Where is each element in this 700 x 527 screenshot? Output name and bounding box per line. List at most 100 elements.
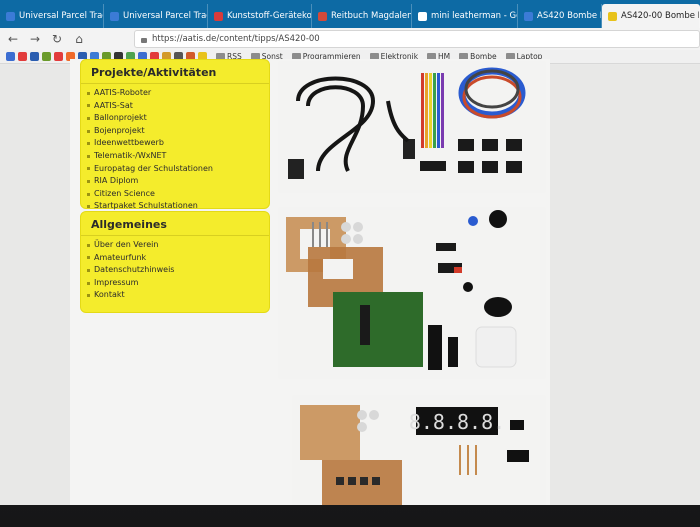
product-photo-kit <box>278 207 546 379</box>
sidebar-link-label: Telematik-/WxNET <box>94 150 167 160</box>
sidebar-link[interactable]: Ideenwettbewerb <box>87 137 269 150</box>
general-heading: Allgemeines <box>81 212 269 236</box>
bullet-icon <box>87 268 90 272</box>
back-arrow-icon[interactable]: ← <box>6 32 20 46</box>
home-icon[interactable]: ⌂ <box>72 32 86 46</box>
bullet-icon <box>87 116 90 120</box>
bullet-icon <box>87 104 90 108</box>
display-kit-image: 8.8.8.8. <box>300 405 529 505</box>
tab-favicon-icon <box>608 11 617 21</box>
sidebar-link[interactable]: Impressum <box>87 277 269 290</box>
bullet-icon <box>87 91 90 95</box>
ic-socket <box>428 325 442 370</box>
browser-window: Universal Parcel Tracking - Gl ✕ Univers… <box>0 0 700 505</box>
url-text: https://aatis.de/content/tipps/AS420-00 <box>152 34 320 44</box>
sidebar-link-label: Amateurfunk <box>94 252 147 262</box>
tab-favicon-icon <box>418 11 427 21</box>
tab-6[interactable]: AS420 Bombe Entschärfen | A ✕ <box>518 4 602 28</box>
tab-3[interactable]: Kunststoff-Gerätekoffer, 210x ✕ <box>208 4 312 28</box>
bullet-icon <box>87 179 90 183</box>
sidebar-link-label: AATIS-Roboter <box>94 88 152 97</box>
connector-housings <box>458 139 522 173</box>
cables-image <box>288 67 526 179</box>
bullet-icon <box>87 205 90 209</box>
bullet-icon <box>87 294 90 298</box>
bullet-icon <box>87 129 90 133</box>
sidebar-link[interactable]: Europatag der Schulstationen <box>87 163 269 176</box>
sidebar-link-label: Datenschutzhinweis <box>94 265 175 275</box>
sidebar-link-label: RIA Diplom <box>94 176 139 186</box>
sidebar-link[interactable]: AATIS-Roboter <box>87 87 269 100</box>
tab-favicon-icon <box>110 11 119 21</box>
tab-label: Reitbuch Magdalenenhof <box>331 11 412 21</box>
monitor-bezel: Universal Parcel Tracking - Gl ✕ Univers… <box>0 0 700 527</box>
usb-plug-icon <box>403 139 415 159</box>
sidebar-link[interactable]: Telematik-/WxNET <box>87 150 269 163</box>
sidebar-link[interactable]: Bojenprojekt <box>87 125 269 138</box>
ribbon-cable <box>458 67 526 119</box>
lock-icon <box>141 37 147 43</box>
sidebar-link-label: Citizen Science <box>94 188 155 198</box>
bullet-icon <box>87 256 90 260</box>
reload-icon[interactable]: ↻ <box>50 32 64 46</box>
tab-favicon-icon <box>524 11 533 21</box>
sidebar-link[interactable]: AATIS-Sat <box>87 100 269 113</box>
tab-label: Universal Parcel Tracking - Gl <box>19 11 103 21</box>
sidebar-link[interactable]: RIA Diplom <box>87 175 269 188</box>
kit-parts-image <box>286 210 517 370</box>
sidebar-link-label: Über den Verein <box>94 240 159 249</box>
sidebar-link[interactable]: Über den Verein <box>87 239 269 252</box>
buzzer <box>484 297 512 317</box>
projects-menu-box: Projekte/Aktivitäten AATIS-Roboter AATIS-… <box>80 59 270 210</box>
bullet-icon <box>87 243 90 247</box>
tab-label: Kunststoff-Gerätekoffer, 210x <box>227 11 312 21</box>
tab-favicon-icon <box>214 11 223 21</box>
product-photo-display-kit: 8.8.8.8. <box>292 395 546 505</box>
forward-arrow-icon[interactable]: → <box>28 32 42 46</box>
tab-2[interactable]: Universal Parcel Tracking - Gl ✕ <box>104 4 208 28</box>
sidebar-link-label: Bojenprojekt <box>94 125 145 135</box>
general-menu-box: Allgemeines Über den Verein Amateurfunk Da… <box>80 211 270 313</box>
potentiometer <box>489 210 507 228</box>
general-list: Über den Verein Amateurfunk Datenschutzhin… <box>81 236 269 302</box>
tab-4[interactable]: Reitbuch Magdalenenhof ✕ <box>312 4 412 28</box>
tab-favicon-icon <box>6 11 15 21</box>
bookmark-icon[interactable] <box>30 52 39 61</box>
sidebar-link[interactable]: Ballonprojekt <box>87 112 269 125</box>
address-bar[interactable]: https://aatis.de/content/tipps/AS420-00 <box>134 30 700 48</box>
tab-1[interactable]: Universal Parcel Tracking - Gl ✕ <box>0 4 104 28</box>
bookmark-icon[interactable] <box>18 52 27 61</box>
sidebar-link-label: Ballonprojekt <box>94 113 147 123</box>
sidebar-link[interactable]: Datenschutzhinweis <box>87 264 269 277</box>
button-icon <box>468 216 478 226</box>
bookmark-icon[interactable] <box>42 52 51 61</box>
page-viewport: Projekte/Aktivitäten AATIS-Roboter AATIS-… <box>0 59 700 505</box>
projects-heading: Projekte/Aktivitäten <box>81 60 269 84</box>
sidebar-link[interactable]: Citizen Science <box>87 188 269 201</box>
bullet-icon <box>87 142 90 146</box>
pcb-board <box>333 292 423 367</box>
sidebar-link[interactable]: Amateurfunk <box>87 252 269 265</box>
tab-5[interactable]: mini leatherman - Google-Su ✕ <box>412 4 518 28</box>
tab-bar: Universal Parcel Tracking - Gl ✕ Univers… <box>0 0 700 28</box>
tab-favicon-icon <box>318 11 327 21</box>
tab-label: AS420 Bombe Entschärfen | A <box>537 11 601 21</box>
bullet-icon <box>87 281 90 285</box>
tab-label: Universal Parcel Tracking - Gl <box>123 11 207 21</box>
sidebar-link-label: Impressum <box>94 277 139 287</box>
sidebar-link-label: Europatag der Schulstationen <box>94 163 213 173</box>
tab-active[interactable]: AS420-00 Bombe Entschärfen <box>602 4 700 28</box>
product-photo-cables <box>278 61 546 193</box>
reed-switch <box>475 326 517 368</box>
bookmark-icon[interactable] <box>54 52 63 61</box>
bullet-icon <box>87 192 90 196</box>
usb-plug-icon <box>288 159 304 179</box>
bookmark-icon[interactable] <box>6 52 15 61</box>
jumper-wires <box>420 73 446 171</box>
nav-toolbar: ← → ↻ ⌂ https://aatis.de/content/tipps/A… <box>0 28 700 50</box>
page-container: Projekte/Aktivitäten AATIS-Roboter AATIS-… <box>70 59 550 505</box>
sidebar-link[interactable]: Kontakt <box>87 289 269 302</box>
pin-header <box>436 243 456 251</box>
tab-label: mini leatherman - Google-Su <box>431 11 517 21</box>
display-digits: 8.8.8.8. <box>409 410 505 434</box>
